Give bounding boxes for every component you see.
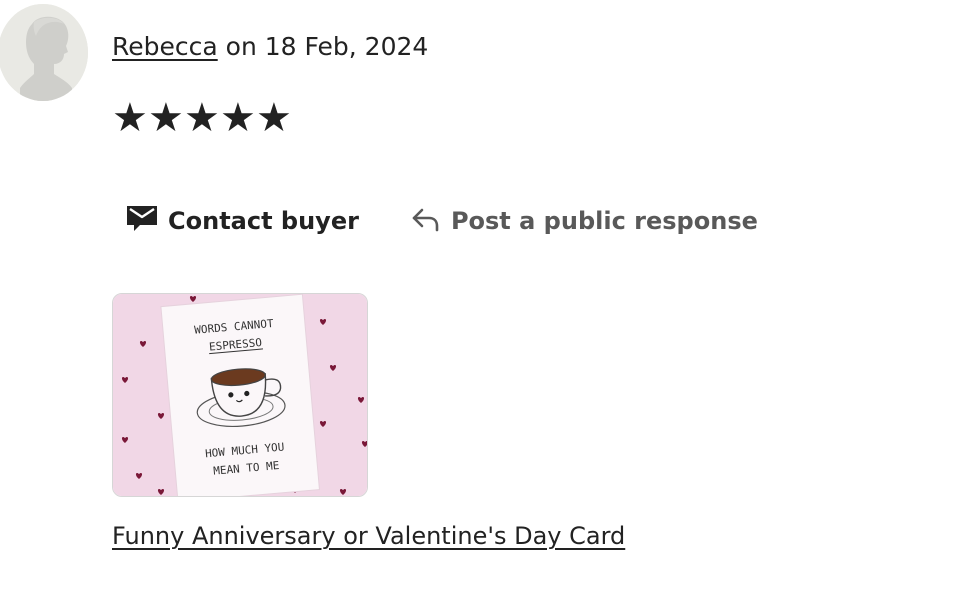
- review-actions: Contact buyer Post a public response: [126, 203, 758, 239]
- post-public-response-button[interactable]: Post a public response: [411, 204, 758, 238]
- product-title-link[interactable]: Funny Anniversary or Valentine's Day Car…: [112, 519, 625, 553]
- star-rating: ★ ★ ★ ★ ★: [112, 98, 292, 138]
- reply-arrow-icon: [411, 204, 441, 238]
- star-icon: ★: [184, 95, 220, 141]
- star-icon: ★: [112, 95, 148, 141]
- product-thumbnail[interactable]: WORDS CANNOT ESPRESSO HOW MUCH YOU MEAN …: [112, 293, 368, 497]
- default-user-icon: [0, 4, 88, 101]
- review-header: Rebecca on 18 Feb, 2024: [112, 30, 428, 64]
- contact-buyer-label: Contact buyer: [168, 207, 359, 235]
- star-icon: ★: [148, 95, 184, 141]
- review-date: on 18 Feb, 2024: [225, 32, 429, 61]
- star-icon: ★: [220, 95, 256, 141]
- public-response-label: Post a public response: [450, 207, 758, 235]
- reviewer-name-link[interactable]: Rebecca: [112, 32, 218, 61]
- envelope-icon: [126, 203, 158, 239]
- star-icon: ★: [256, 95, 292, 141]
- reviewer-avatar[interactable]: [0, 4, 88, 101]
- contact-buyer-button[interactable]: Contact buyer: [126, 203, 359, 239]
